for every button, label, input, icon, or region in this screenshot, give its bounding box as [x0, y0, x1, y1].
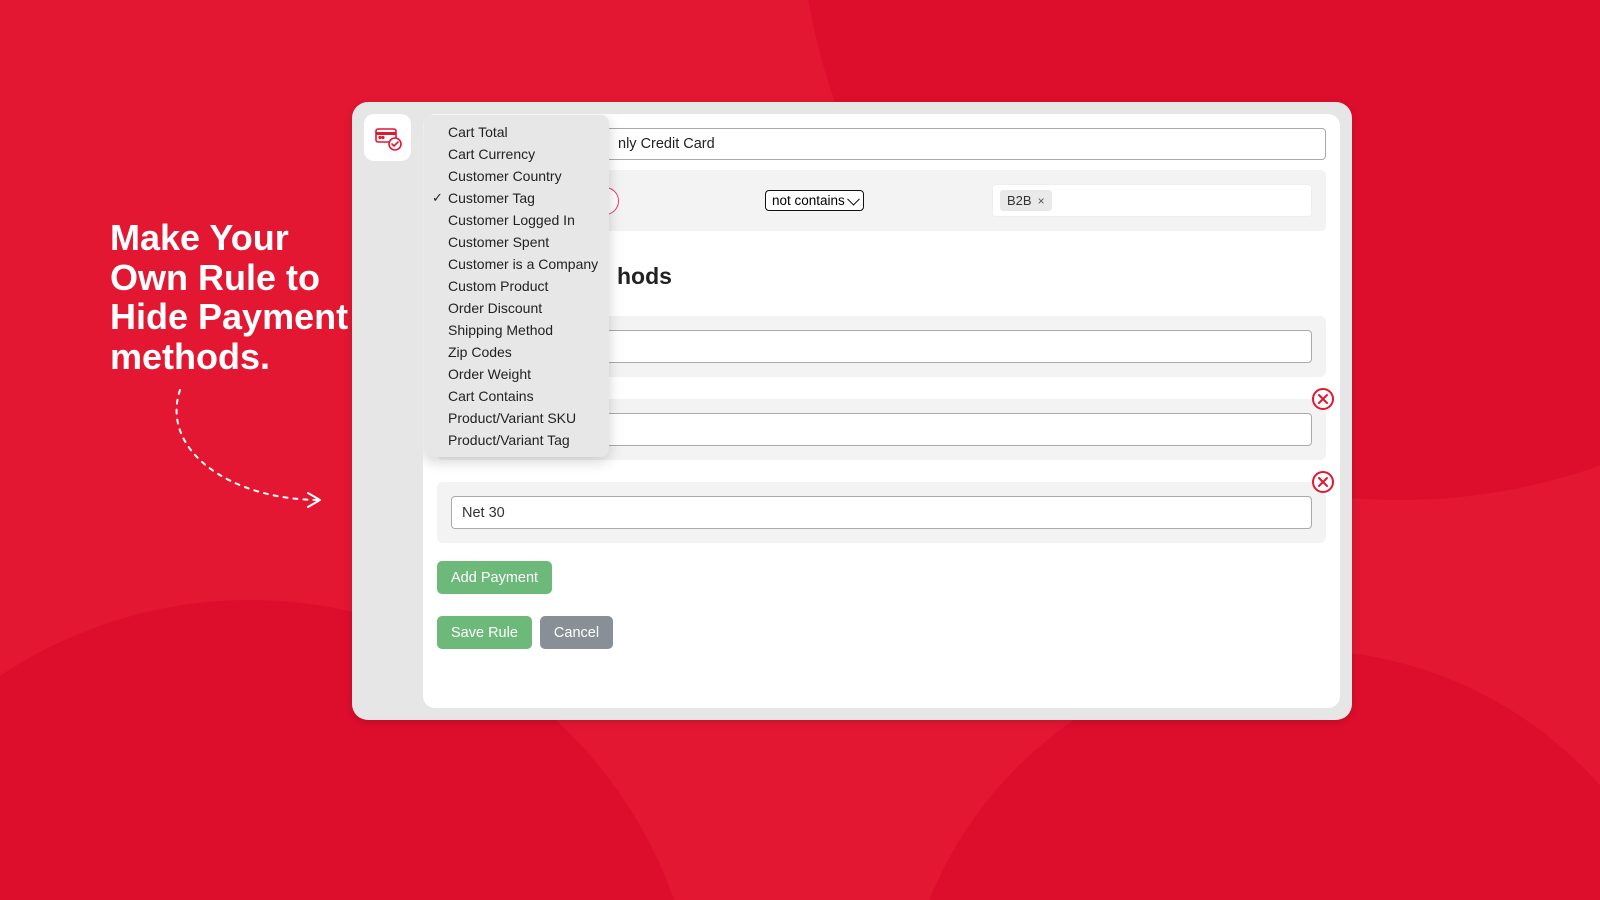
operator-select[interactable]: not contains — [765, 190, 864, 211]
promo-headline: Make Your Own Rule to Hide Payment metho… — [110, 218, 370, 376]
dropdown-item[interactable]: Shipping Method — [424, 319, 609, 341]
dropdown-item[interactable]: Order Discount — [424, 297, 609, 319]
remove-payment-button[interactable] — [1312, 388, 1334, 410]
condition-value-box[interactable]: B2B × — [992, 184, 1312, 217]
operator-select-wrap: not contains — [635, 190, 864, 211]
dropdown-item[interactable]: Cart Contains — [424, 385, 609, 407]
app-window: not contains B2B × hods — [352, 102, 1352, 720]
sidebar — [364, 114, 411, 708]
dropdown-item[interactable]: Zip Codes — [424, 341, 609, 363]
payment-method-input[interactable] — [451, 496, 1312, 529]
remove-payment-button[interactable] — [1312, 471, 1334, 493]
dropdown-item[interactable]: Custom Product — [424, 275, 609, 297]
tag-remove-icon[interactable]: × — [1038, 194, 1045, 208]
close-icon — [1317, 393, 1329, 405]
dropdown-item[interactable]: Customer Spent — [424, 231, 609, 253]
dropdown-item[interactable]: Customer is a Company — [424, 253, 609, 275]
dropdown-item[interactable]: Cart Currency — [424, 143, 609, 165]
app-logo[interactable] — [364, 114, 411, 161]
form-actions: Save Rule Cancel — [437, 616, 1326, 649]
cancel-button[interactable]: Cancel — [540, 616, 613, 649]
arrow-icon — [170, 380, 340, 520]
condition-field-dropdown: Cart TotalCart CurrencyCustomer CountryC… — [424, 115, 609, 457]
dropdown-item[interactable]: Customer Logged In — [424, 209, 609, 231]
tag-chip: B2B × — [1000, 190, 1052, 211]
tag-chip-label: B2B — [1007, 193, 1032, 208]
add-payment-button[interactable]: Add Payment — [437, 561, 552, 594]
close-icon — [1317, 476, 1329, 488]
dropdown-item[interactable]: Product/Variant SKU — [424, 407, 609, 429]
dropdown-item[interactable]: Customer Tag — [424, 187, 609, 209]
save-rule-button[interactable]: Save Rule — [437, 616, 532, 649]
payment-rule-icon — [373, 123, 403, 153]
payment-method-block — [437, 482, 1326, 543]
rule-panel: not contains B2B × hods — [423, 114, 1340, 708]
dropdown-item[interactable]: Order Weight — [424, 363, 609, 385]
dropdown-item[interactable]: Product/Variant Tag — [424, 429, 609, 451]
dropdown-item[interactable]: Cart Total — [424, 121, 609, 143]
dropdown-item[interactable]: Customer Country — [424, 165, 609, 187]
